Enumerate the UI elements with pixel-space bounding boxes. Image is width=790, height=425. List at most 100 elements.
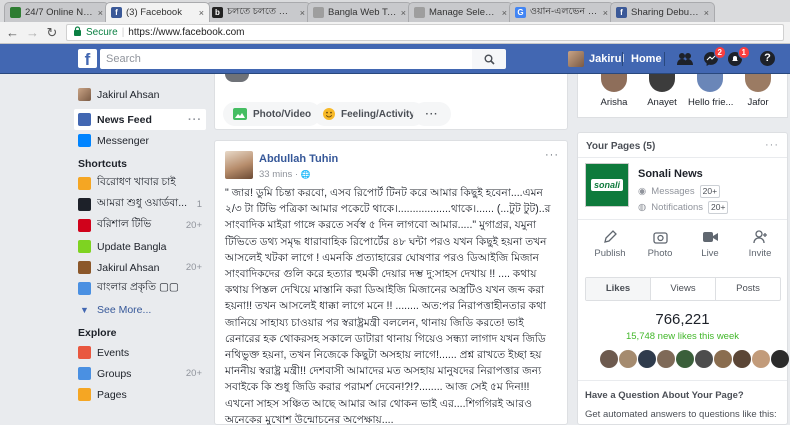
avatar[interactable] <box>638 350 656 368</box>
camera-icon <box>634 229 686 245</box>
browser-tab[interactable]: b চলতে চলতে চার্জ হবে × <box>206 2 311 22</box>
friend-requests-icon[interactable] <box>676 50 694 68</box>
sidebar-item[interactable]: Jakirul Ahsan 20+ <box>74 257 206 278</box>
close-icon[interactable]: × <box>401 8 406 18</box>
friend-item[interactable]: Hello frie... <box>688 74 733 108</box>
chevron-down-icon: ▼ <box>80 304 89 315</box>
sidebar-item[interactable]: বাংলার প্রকৃতি ▢▢ <box>74 278 206 299</box>
notifications-icon[interactable]: 1 <box>726 46 750 68</box>
see-more-link[interactable]: ▼ See More... <box>74 299 206 320</box>
back-icon[interactable]: ← <box>6 25 19 40</box>
search-button[interactable] <box>472 49 506 69</box>
reload-icon[interactable]: ↻ <box>46 25 58 41</box>
post-options-button[interactable]: ··· <box>545 149 559 161</box>
address-bar[interactable]: Secure | https://www.facebook.com <box>66 24 784 41</box>
post-text: " জার! ডুমি চিন্তা করবো, এসব রিপোর্ট টিন… <box>225 187 551 425</box>
sidebar-item[interactable]: News Feed ··· <box>74 109 206 130</box>
sidebar-item[interactable]: আমরা শুধু ওয়ার্ডবা... 1 <box>74 194 206 215</box>
sidebar-item-count: 20+ <box>185 262 202 273</box>
page-messages-link[interactable]: ◉ Messages 20+ <box>638 185 721 198</box>
photo-video-button[interactable]: Photo/Video <box>223 102 322 126</box>
close-icon[interactable]: × <box>704 8 709 18</box>
explore-icon <box>78 367 91 380</box>
feeling-activity-button[interactable]: Feeling/Activity <box>313 102 425 126</box>
close-icon[interactable]: × <box>98 8 103 18</box>
post-timestamp[interactable]: 33 mins · 🌐 <box>259 169 311 180</box>
sidebar-item-label: News Feed <box>97 113 152 126</box>
help-icon[interactable]: ? <box>760 51 775 66</box>
forward-icon[interactable]: → <box>26 25 39 40</box>
feed-post: Abdullah Tuhin 33 mins · 🌐 ··· " জার! ডু… <box>214 140 568 425</box>
secure-label: Secure <box>86 27 118 38</box>
search-input[interactable]: Search <box>100 49 472 69</box>
page-action-invite-button[interactable]: Invite <box>734 229 786 259</box>
close-icon[interactable]: × <box>199 8 204 18</box>
avatar[interactable] <box>752 350 770 368</box>
sidebar-item[interactable]: বিরোধণ খাবার চাই <box>74 173 206 194</box>
friend-item[interactable]: Jafor <box>736 74 780 108</box>
page-notifications-link[interactable]: ◍ Notifications 20+ <box>638 201 729 214</box>
close-icon[interactable]: × <box>502 8 507 18</box>
avatar[interactable] <box>676 350 694 368</box>
news-favicon: b <box>212 7 223 18</box>
smiley-icon <box>323 108 335 120</box>
avatar[interactable] <box>657 350 675 368</box>
avatar[interactable] <box>619 350 637 368</box>
browser-tab[interactable]: f (3) Facebook × <box>105 2 210 22</box>
facebook-logo-icon[interactable]: f <box>78 49 97 68</box>
news-feed-icon <box>78 113 91 126</box>
page-action-publish-button[interactable]: Publish <box>584 229 636 259</box>
photo-icon <box>233 108 247 120</box>
close-icon[interactable]: × <box>603 8 608 18</box>
item-options-icon[interactable]: ··· <box>188 114 202 126</box>
divider <box>578 219 787 220</box>
messenger-icon[interactable]: 2 <box>702 46 726 68</box>
composer-more-button[interactable]: ··· <box>413 102 451 126</box>
tab-posts[interactable]: Posts <box>715 278 780 300</box>
browser-tab[interactable]: Manage Selected 9 | × <box>408 2 513 22</box>
friend-name: Arisha <box>600 97 628 108</box>
browser-tab[interactable]: G ওয়ান-এলভেন - Goo × <box>509 2 614 22</box>
facebook-top-bar: f Search Jakirul Home 2 1 ? <box>0 44 790 74</box>
post-author-avatar[interactable] <box>225 151 253 179</box>
browser-tab-title: 24/7 Online News Po <box>25 7 94 18</box>
your-pages-title[interactable]: Your Pages (5) <box>586 141 655 152</box>
shortcut-icon <box>78 198 91 211</box>
sidebar-item[interactable]: বরিশাল টিভি 20+ <box>74 215 206 236</box>
sidebar-item-count: 20+ <box>185 368 202 379</box>
page-action-label: Photo <box>647 248 673 259</box>
sidebar-item[interactable]: Groups 20+ <box>74 363 206 384</box>
avatar[interactable] <box>714 350 732 368</box>
url-text[interactable]: https://www.facebook.com <box>128 27 244 38</box>
tab-likes[interactable]: Likes <box>586 278 650 300</box>
avatar <box>697 74 723 92</box>
browser-tab[interactable]: Bangla Web Tools Ho × <box>307 2 412 22</box>
page-name[interactable]: Sonali News <box>638 168 703 180</box>
page-logo[interactable]: sonali <box>585 163 629 207</box>
pages-options-button[interactable]: ··· <box>765 139 779 151</box>
tab-views[interactable]: Views <box>650 278 715 300</box>
friend-item[interactable]: Anayet <box>640 74 684 108</box>
sidebar-item[interactable]: Messenger <box>74 130 206 151</box>
post-author-name[interactable]: Abdullah Tuhin <box>259 153 338 165</box>
friend-item[interactable]: Arisha <box>592 74 636 108</box>
avatar[interactable] <box>733 350 751 368</box>
sidebar-item-label: বিরোধণ খাবার চাই <box>97 176 176 188</box>
avatar[interactable] <box>771 350 789 368</box>
sidebar-item[interactable]: Events <box>74 342 206 363</box>
page-action-live-button[interactable]: Live <box>684 229 736 259</box>
question-title: Have a Question About Your Page? <box>585 390 744 401</box>
friend-name: Anayet <box>647 97 677 108</box>
profile-link[interactable]: Jakirul <box>568 51 624 67</box>
page-action-photo-button[interactable]: Photo <box>634 229 686 259</box>
close-icon[interactable]: × <box>300 8 305 18</box>
sidebar-profile[interactable]: Jakirul Ahsan <box>74 84 206 105</box>
sidebar-item[interactable]: Update Bangla <box>74 236 206 257</box>
browser-tab[interactable]: f Sharing Debugger - F × <box>610 2 715 22</box>
avatar[interactable] <box>600 350 618 368</box>
browser-tab[interactable]: 24/7 Online News Po × <box>4 2 109 22</box>
home-link[interactable]: Home <box>631 53 662 65</box>
avatar[interactable] <box>695 350 713 368</box>
sidebar-item[interactable]: Pages <box>74 384 206 405</box>
browser-tab-title: ওয়ান-এলভেন - Goo <box>530 6 599 17</box>
